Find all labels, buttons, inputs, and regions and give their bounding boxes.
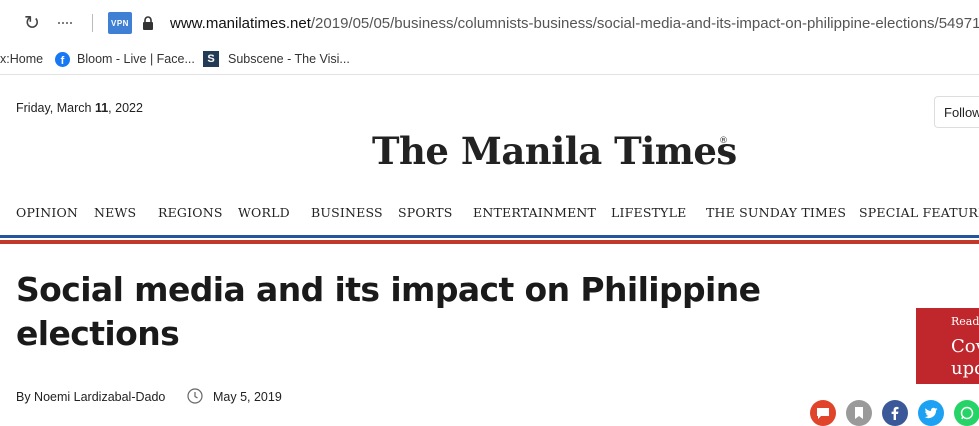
- nav-regions[interactable]: REGIONS: [158, 205, 223, 220]
- reload-icon[interactable]: ↻: [24, 12, 40, 34]
- comment-button[interactable]: [810, 400, 836, 426]
- nav-world[interactable]: WORLD: [238, 205, 290, 220]
- bookmark-label: Bloom - Live | Face...: [77, 52, 195, 66]
- site-logo[interactable]: The Manila Times: [372, 129, 737, 173]
- address-bar[interactable]: www.manilatimes.net/2019/05/05/business/…: [170, 12, 979, 34]
- facebook-icon: f: [55, 51, 70, 67]
- toolbar-divider: [92, 14, 93, 32]
- nav-business[interactable]: BUSINESS: [311, 205, 383, 220]
- tab-grid-icon[interactable]: [58, 12, 74, 34]
- promo-line-1: Cov: [951, 336, 979, 357]
- bookmark-icon: [855, 407, 863, 419]
- lock-icon[interactable]: [142, 12, 154, 34]
- nav-rule-blue: [0, 235, 979, 238]
- article-byline[interactable]: By Noemi Lardizabal-Dado: [16, 390, 165, 404]
- nav-sports[interactable]: SPORTS: [398, 205, 453, 220]
- url-host: www.manilatimes.net: [170, 14, 311, 32]
- article-date: May 5, 2019: [213, 390, 282, 404]
- nav-lifestyle[interactable]: LIFESTYLE: [611, 205, 686, 220]
- bookmark-label: Subscene - The Visi...: [228, 52, 350, 66]
- bookmark-bloom[interactable]: f Bloom - Live | Face...: [55, 49, 195, 69]
- nav-rule-red: [0, 240, 979, 244]
- nav-opinion[interactable]: OPINION: [16, 205, 78, 220]
- subscene-icon: S: [203, 51, 219, 67]
- nav-entertainment[interactable]: ENTERTAINMENT: [473, 205, 596, 220]
- follow-button[interactable]: Follow: [934, 96, 979, 128]
- nav-news[interactable]: NEWS: [94, 205, 136, 220]
- twitter-icon: [924, 407, 938, 419]
- clock-icon: [187, 388, 203, 404]
- nav-the-sunday-times[interactable]: THE SUNDAY TIMES: [706, 205, 846, 220]
- bookmark-label: x:Home: [0, 52, 44, 66]
- article-headline: Social media and its impact on Philippin…: [16, 270, 761, 353]
- browser-toolbar: ↻ VPN www.manilatimes.net/2019/05/05/bus…: [0, 0, 979, 46]
- comment-icon: [817, 408, 829, 419]
- facebook-share-button[interactable]: [882, 400, 908, 426]
- whatsapp-icon: [960, 406, 974, 420]
- whatsapp-share-button[interactable]: [954, 400, 979, 426]
- current-date: Friday, March 11, 2022: [16, 101, 143, 115]
- bookmark-subscene[interactable]: S Subscene - The Visi...: [203, 49, 350, 69]
- url-path: /2019/05/05/business/columnists-business…: [310, 14, 979, 32]
- facebook-icon: [891, 406, 899, 420]
- bookmark-button[interactable]: [846, 400, 872, 426]
- bookmarks-bar: x:Home f Bloom - Live | Face... S Subsce…: [0, 46, 979, 75]
- promo-line-2: upd: [951, 358, 979, 379]
- promo-small-text: Read: [951, 315, 979, 328]
- registered-mark: ®: [719, 136, 728, 146]
- promo-banner[interactable]: Read Cov upd: [916, 308, 979, 384]
- twitter-share-button[interactable]: [918, 400, 944, 426]
- nav-special-feature[interactable]: SPECIAL FEATURE: [859, 205, 979, 220]
- vpn-badge[interactable]: VPN: [108, 12, 132, 34]
- bookmark-home[interactable]: x:Home: [0, 49, 43, 69]
